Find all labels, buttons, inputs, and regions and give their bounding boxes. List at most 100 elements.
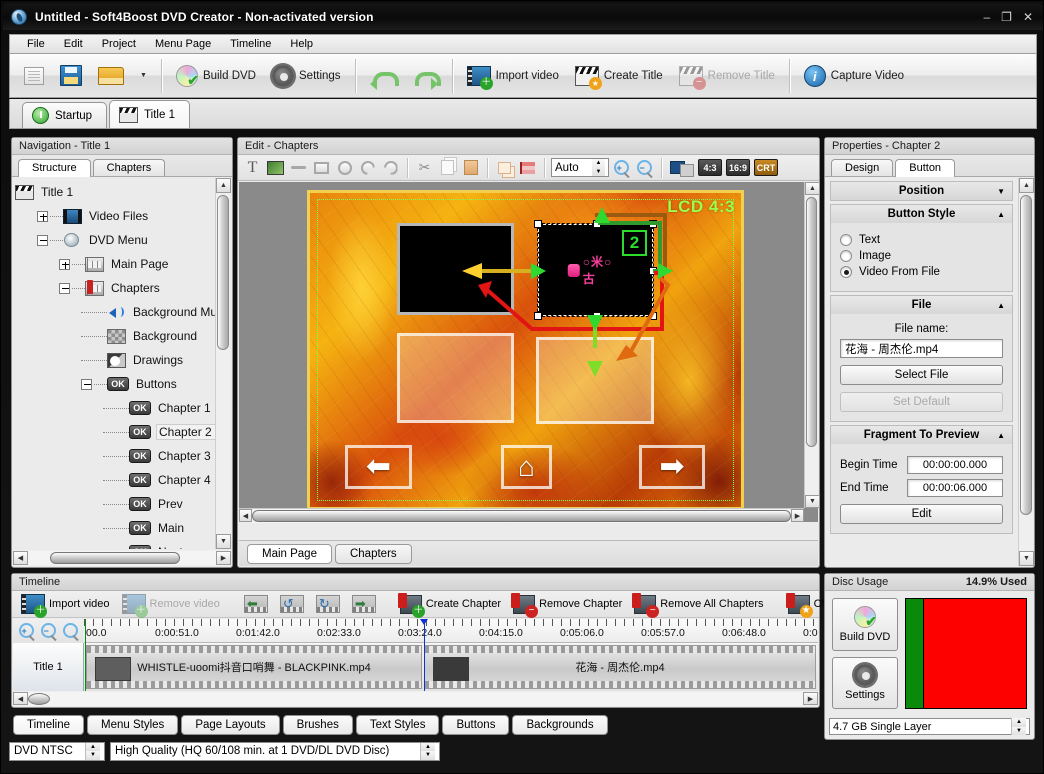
radio-video-from-file[interactable] [840,266,852,278]
timeline-horizontal-scrollbar[interactable]: ◀ ▶ [13,691,818,706]
canvas-horizontal-scrollbar[interactable]: ◀ ▶ [239,508,804,523]
end-time-input[interactable]: 00:00:06.000 [907,479,1003,497]
button-style-group-header[interactable]: Button Style ▲ [831,205,1012,223]
expand-icon[interactable] [59,258,70,270]
properties-vertical-scrollbar[interactable]: ▲ ▼ [1018,178,1034,566]
bottom-tab-page-layouts[interactable]: Page Layouts [181,715,280,735]
canvas-hscroll-track[interactable] [252,508,791,523]
tree-item-background[interactable]: Background [15,324,216,348]
zoom-out-button[interactable]: − [634,157,655,178]
next-arrow-button[interactable]: ➡ [639,445,705,489]
arc-tool-button[interactable] [380,157,401,178]
file-group-header[interactable]: File ▲ [831,296,1012,314]
format-combo[interactable]: DVD NTSC ▲ ▼ [9,741,105,761]
nav-tab-chapters[interactable]: Chapters [92,159,166,176]
nav-hscroll-left-button[interactable]: ◀ [13,551,28,565]
props-scroll-down-button[interactable]: ▼ [1019,551,1034,566]
rewind-button[interactable]: ↺ [275,592,309,616]
resize-handle-nw[interactable] [534,220,542,228]
prev-arrow-button[interactable]: ⬅ [345,445,412,489]
nav-scroll-down-button[interactable]: ▼ [216,534,231,549]
bottom-tab-timeline[interactable]: Timeline [13,715,85,735]
capture-video-button[interactable]: i Capture Video [796,57,912,95]
chevron-down-icon[interactable]: ▼ [997,187,1005,196]
timeline-hscroll-thumb[interactable] [28,692,50,705]
timeline-zoom-out-button[interactable]: − [38,621,59,642]
paste-button[interactable] [460,157,481,178]
zoom-in-button[interactable]: + [611,157,632,178]
open-dropdown-button[interactable]: ▼ [132,57,155,95]
radio-row-image[interactable]: Image [840,250,1003,262]
tree-item-dvd-menu[interactable]: DVD Menu [15,228,216,252]
remove-chapter-button[interactable]: − Remove Chapter [508,592,627,618]
line-tool-button[interactable] [288,157,309,178]
chevron-up-icon-3[interactable]: ▲ [997,431,1005,440]
align-button[interactable] [517,157,538,178]
radio-row-text[interactable]: Text [840,234,1003,246]
menu-menu-page[interactable]: Menu Page [146,36,220,52]
collapse-icon[interactable] [37,234,48,246]
menu-project[interactable]: Project [93,36,145,52]
chapter-1-button-thumb[interactable] [397,223,514,315]
timeline-hscroll-track[interactable] [28,691,803,706]
import-video-button[interactable]: Import video [459,57,567,95]
maximize-button[interactable]: ❐ [1001,11,1012,23]
build-dvd-button[interactable]: Build DVD [168,57,264,95]
settings-button[interactable]: Settings [264,57,349,95]
bottom-tab-text-styles[interactable]: Text Styles [355,715,440,735]
chapter-4-button-thumb[interactable] [536,337,654,424]
tree-item-title-1[interactable]: Title 1 [15,180,216,204]
menu-file[interactable]: File [18,36,54,52]
quality-spin-up[interactable]: ▲ [421,742,435,751]
aspect-4-3-button[interactable]: 4:3 [697,157,723,178]
next-clip-button[interactable]: ➡ [347,592,381,616]
save-project-button[interactable] [52,57,90,95]
canvas-vertical-scrollbar[interactable]: ▲ ▼ [804,182,820,508]
canvas-scroll-left-button[interactable]: ◀ [239,509,252,522]
tree-item-main[interactable]: OK Main [15,516,216,540]
tree-item-video-files[interactable]: Video Files [15,204,216,228]
open-project-button[interactable] [90,57,132,95]
new-project-button[interactable] [16,57,52,95]
tree-item-chapter-1[interactable]: OK Chapter 1 [15,396,216,420]
undo-button[interactable] [362,57,404,95]
cut-button[interactable]: ✂ [414,157,435,178]
tree-item-drawings[interactable]: Drawings [15,348,216,372]
format-spinner[interactable]: ▲ ▼ [85,742,100,760]
resize-handle-sw[interactable] [534,312,542,320]
edit-fragment-button[interactable]: Edit [840,504,1003,524]
tree-item-chapter-4[interactable]: OK Chapter 4 [15,468,216,492]
main-home-button[interactable]: ⌂ [501,445,552,489]
format-spin-down[interactable]: ▼ [86,751,100,760]
forward-button[interactable]: ↻ [311,592,345,616]
quality-spinner[interactable]: ▲ ▼ [420,742,435,760]
timeline-zoom-in-button[interactable]: + [16,621,37,642]
position-group-header[interactable]: Position ▼ [831,182,1012,200]
page-tab-main-page[interactable]: Main Page [247,543,332,564]
resize-handle-w[interactable] [534,267,542,275]
select-file-button[interactable]: Select File [840,365,1003,385]
zoom-spin-up[interactable]: ▲ [592,159,605,168]
disc-settings-button[interactable]: Settings [832,656,898,709]
chevron-up-icon-2[interactable]: ▲ [997,301,1005,310]
canvas-hscroll-thumb[interactable] [252,509,791,522]
fragment-group-header[interactable]: Fragment To Preview ▲ [831,426,1012,444]
file-name-input[interactable]: 花海 - 周杰伦.mp4 [840,339,1003,358]
resize-handle-n[interactable] [593,220,601,228]
props-tab-button[interactable]: Button [895,159,956,177]
chevron-up-icon[interactable]: ▲ [997,210,1005,219]
nav-scroll-up-button[interactable]: ▲ [216,178,231,193]
nav-hscroll-track[interactable] [28,551,216,565]
zoom-spin-down[interactable]: ▼ [592,168,605,177]
chapter-3-button-thumb[interactable] [397,333,514,423]
radio-image[interactable] [840,250,852,262]
timeline-zoom-fit-button[interactable] [60,621,81,642]
props-scroll-thumb[interactable] [1020,195,1032,515]
menu-edit[interactable]: Edit [55,36,92,52]
radio-row-video-from-file[interactable]: Video From File [840,266,1003,278]
chapter-2-button-selected[interactable]: 2 ○米○古 [534,220,657,320]
rectangle-tool-button[interactable] [311,157,332,178]
page-tab-chapters[interactable]: Chapters [334,543,412,564]
image-tool-button[interactable] [265,157,286,178]
tree-item-chapter-3[interactable]: OK Chapter 3 [15,444,216,468]
